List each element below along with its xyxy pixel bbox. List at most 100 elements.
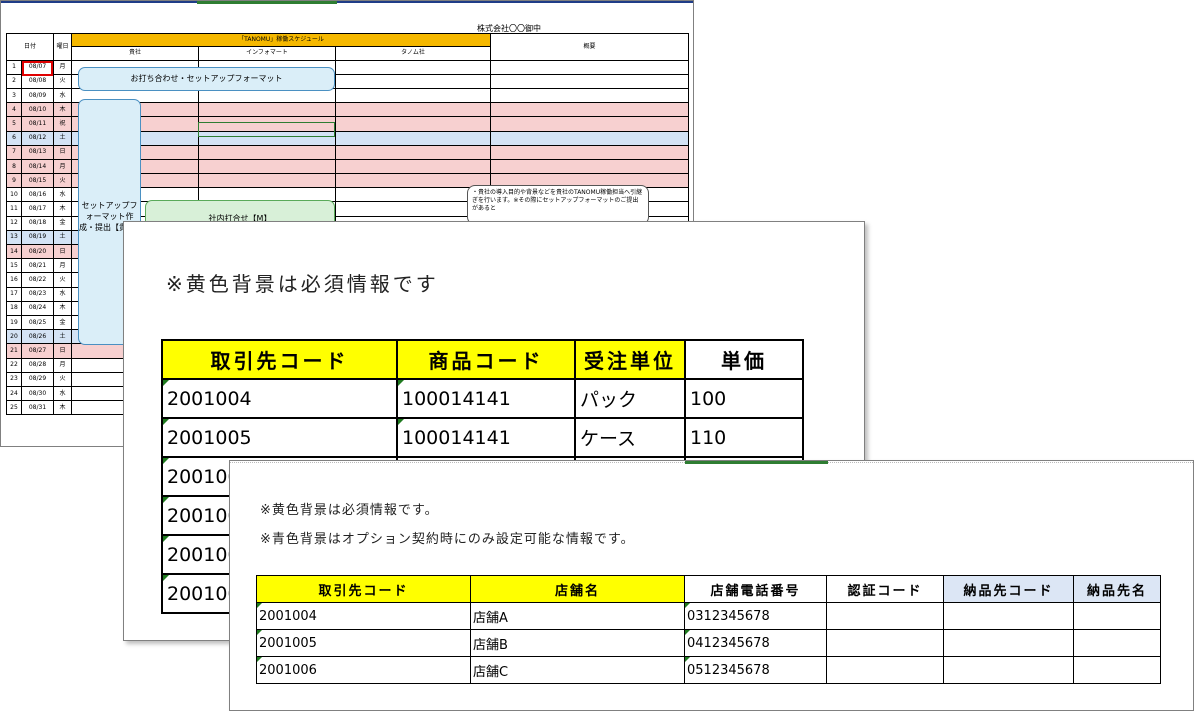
date-cell[interactable]: 08/25: [21, 314, 54, 331]
dow-cell[interactable]: 火: [53, 272, 72, 288]
row-number[interactable]: 4: [6, 102, 22, 118]
row-number[interactable]: 6: [6, 130, 22, 146]
dow-cell[interactable]: 水: [53, 385, 72, 402]
table-cell[interactable]: [943, 602, 1074, 630]
dow-cell[interactable]: 金: [53, 314, 72, 331]
date-cell[interactable]: 08/14: [21, 158, 54, 175]
tanomu-cell[interactable]: [335, 102, 491, 118]
row-number[interactable]: 16: [6, 272, 22, 288]
dow-cell[interactable]: 土: [53, 229, 72, 246]
table-cell[interactable]: 店舗A: [470, 602, 685, 630]
row-number[interactable]: 12: [6, 215, 22, 231]
date-cell[interactable]: 08/10: [21, 102, 54, 118]
row-number[interactable]: 11: [6, 201, 22, 217]
dow-cell[interactable]: 土: [53, 130, 72, 146]
summary-cell[interactable]: [490, 102, 689, 118]
date-cell[interactable]: 08/24: [21, 300, 54, 316]
dow-cell[interactable]: 金: [53, 215, 72, 231]
table-cell[interactable]: [826, 629, 944, 657]
infomart-cell[interactable]: [198, 173, 336, 189]
dow-cell[interactable]: 月: [53, 59, 72, 75]
table-cell[interactable]: 0512345678: [684, 656, 827, 684]
table-cell[interactable]: [1073, 629, 1161, 657]
table-cell[interactable]: 2001004: [161, 378, 398, 419]
row-number[interactable]: 22: [6, 357, 22, 373]
table-cell[interactable]: [826, 656, 944, 684]
date-cell[interactable]: 08/15: [21, 173, 54, 189]
row-number[interactable]: 15: [6, 258, 22, 274]
table-cell[interactable]: 店舗B: [470, 629, 685, 657]
date-cell[interactable]: 08/09: [21, 87, 54, 104]
table-cell[interactable]: [943, 629, 1074, 657]
row-number[interactable]: 23: [6, 371, 22, 387]
row-number[interactable]: 2: [6, 73, 22, 89]
table-cell[interactable]: 100: [684, 378, 804, 419]
table-cell[interactable]: 2001005: [161, 417, 398, 458]
column-header[interactable]: 納品先コード: [943, 575, 1074, 603]
dow-cell[interactable]: 月: [53, 158, 72, 175]
column-header[interactable]: 単価: [684, 339, 804, 380]
table-cell[interactable]: ケース: [574, 417, 686, 458]
table-cell[interactable]: 0312345678: [684, 602, 827, 630]
date-cell[interactable]: 08/12: [21, 130, 54, 146]
tanomu-cell[interactable]: [335, 144, 491, 160]
tanomu-cell[interactable]: [335, 73, 491, 89]
column-header[interactable]: 店舗電話番号: [684, 575, 827, 603]
date-cell[interactable]: 08/26: [21, 329, 54, 345]
date-cell[interactable]: 08/22: [21, 272, 54, 288]
table-cell[interactable]: 店舗C: [470, 656, 685, 684]
dow-cell[interactable]: 月: [53, 258, 72, 274]
date-cell[interactable]: 08/30: [21, 385, 54, 402]
row-number[interactable]: 17: [6, 286, 22, 302]
date-cell[interactable]: 08/17: [21, 201, 54, 217]
dow-cell[interactable]: 祝: [53, 116, 72, 132]
dow-cell[interactable]: 木: [53, 400, 72, 416]
column-header[interactable]: 受注単位: [574, 339, 686, 380]
row-number[interactable]: 13: [6, 229, 22, 246]
row-number[interactable]: 25: [6, 400, 22, 416]
dow-cell[interactable]: 火: [53, 371, 72, 387]
column-header[interactable]: 商品コード: [396, 339, 576, 380]
table-cell[interactable]: 2001006: [256, 656, 471, 684]
table-cell[interactable]: [1073, 656, 1161, 684]
date-cell[interactable]: 08/13: [21, 144, 54, 160]
dow-cell[interactable]: 木: [53, 300, 72, 316]
dow-cell[interactable]: 日: [53, 144, 72, 160]
row-number[interactable]: 24: [6, 385, 22, 402]
date-cell[interactable]: 08/27: [21, 343, 54, 359]
dow-cell[interactable]: 火: [53, 73, 72, 89]
column-header[interactable]: 取引先コード: [161, 339, 398, 380]
summary-cell[interactable]: [490, 87, 689, 104]
date-cell[interactable]: 08/31: [21, 400, 54, 416]
tanomu-cell[interactable]: [335, 158, 491, 175]
table-cell[interactable]: [943, 656, 1074, 684]
dow-cell[interactable]: 日: [53, 244, 72, 260]
row-number[interactable]: 21: [6, 343, 22, 359]
dow-cell[interactable]: 火: [53, 173, 72, 189]
date-cell[interactable]: 08/16: [21, 187, 54, 203]
row-number[interactable]: 3: [6, 87, 22, 104]
row-number[interactable]: 1: [6, 59, 22, 75]
table-cell[interactable]: 0412345678: [684, 629, 827, 657]
summary-cell[interactable]: [490, 144, 689, 160]
date-cell[interactable]: 08/21: [21, 258, 54, 274]
date-cell[interactable]: 08/11: [21, 116, 54, 132]
date-cell[interactable]: 08/23: [21, 286, 54, 302]
dow-cell[interactable]: 木: [53, 102, 72, 118]
tanomu-cell[interactable]: [335, 173, 491, 189]
summary-cell[interactable]: [490, 59, 689, 75]
row-number[interactable]: 19: [6, 314, 22, 331]
row-number[interactable]: 18: [6, 300, 22, 316]
date-cell[interactable]: 08/28: [21, 357, 54, 373]
tanomu-cell[interactable]: [335, 130, 491, 146]
table-cell[interactable]: 100014141: [396, 417, 576, 458]
row-number[interactable]: 9: [6, 173, 22, 189]
row-number[interactable]: 8: [6, 158, 22, 175]
dow-cell[interactable]: 水: [53, 187, 72, 203]
tanomu-cell[interactable]: [335, 87, 491, 104]
dow-cell[interactable]: 水: [53, 286, 72, 302]
infomart-cell[interactable]: [198, 144, 336, 160]
tanomu-cell[interactable]: [335, 116, 491, 132]
row-number[interactable]: 10: [6, 187, 22, 203]
summary-cell[interactable]: [490, 130, 689, 146]
